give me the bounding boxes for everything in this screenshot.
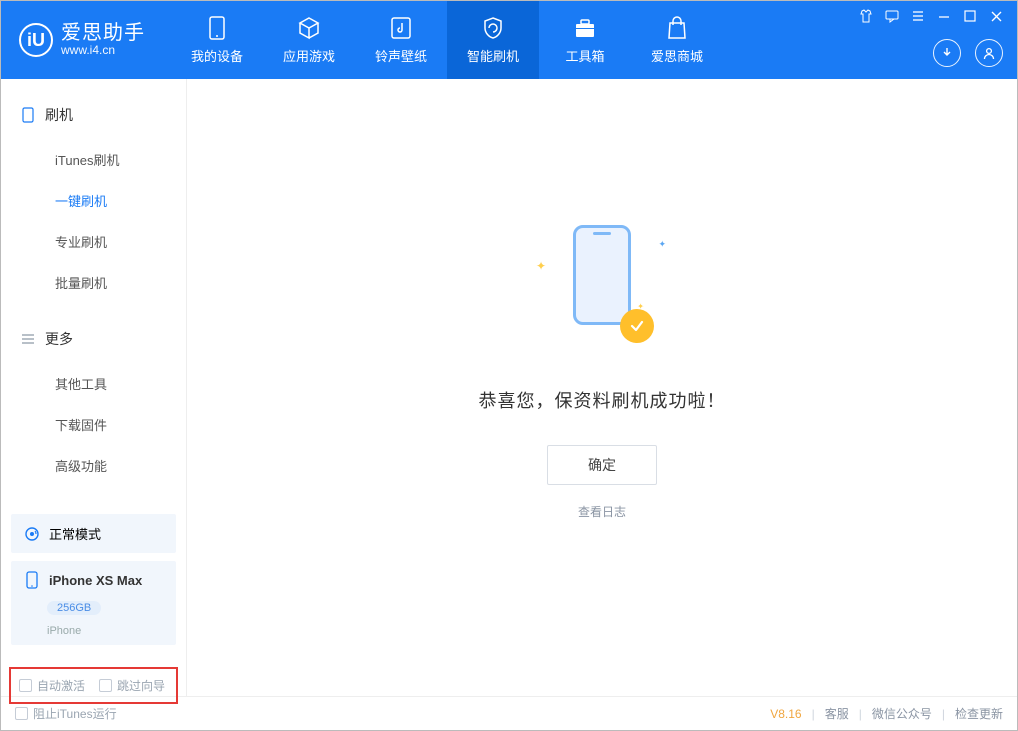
main-nav: 我的设备 应用游戏 铃声壁纸 智能刷机 工具箱 爱思商城 (171, 1, 723, 79)
refresh-shield-icon (480, 15, 506, 41)
version-label: V8.16 (770, 707, 801, 721)
success-message: 恭喜您，保资料刷机成功啦！ (479, 387, 726, 413)
support-link[interactable]: 客服 (825, 705, 849, 722)
device-storage-badge: 256GB (47, 601, 101, 615)
menu-icon[interactable] (911, 9, 925, 23)
wechat-link[interactable]: 微信公众号 (872, 705, 932, 722)
nav-my-device[interactable]: 我的设备 (171, 1, 263, 79)
sidebar-section-more: 更多 (1, 321, 186, 357)
main-content: ✦ ✦ ✦ 恭喜您，保资料刷机成功啦！ 确定 查看日志 (187, 79, 1017, 696)
sidebar: 刷机 iTunes刷机 一键刷机 专业刷机 批量刷机 更多 其他工具 下载固件 … (1, 79, 187, 696)
sidebar-section-flash: 刷机 (1, 97, 186, 133)
phone-graphic-icon (573, 225, 631, 325)
check-badge-icon (620, 309, 654, 343)
options-row: 自动激活 跳过向导 (9, 667, 178, 704)
device-icon (21, 108, 35, 122)
sidebar-item-oneclick-flash[interactable]: 一键刷机 (1, 180, 186, 221)
sparkle-icon: ✦ (658, 239, 666, 250)
logo-icon: iU (19, 23, 53, 57)
nav-store[interactable]: 爱思商城 (631, 1, 723, 79)
minimize-icon[interactable] (937, 9, 951, 23)
check-update-link[interactable]: 检查更新 (955, 705, 1003, 722)
app-url: www.i4.cn (61, 44, 145, 57)
sidebar-item-advanced[interactable]: 高级功能 (1, 445, 186, 486)
window-controls (859, 1, 1003, 23)
app-logo: iU 爱思助手 www.i4.cn (1, 22, 163, 57)
feedback-icon[interactable] (885, 9, 899, 23)
sidebar-item-pro-flash[interactable]: 专业刷机 (1, 221, 186, 262)
checkbox-block-itunes[interactable]: 阻止iTunes运行 (15, 705, 117, 722)
music-file-icon (388, 15, 414, 41)
app-header: iU 爱思助手 www.i4.cn 我的设备 应用游戏 铃声壁纸 智能刷机 工具… (1, 1, 1017, 79)
device-mode-card[interactable]: 正常模式 (11, 514, 176, 553)
device-card[interactable]: iPhone XS Max 256GB iPhone (11, 561, 176, 645)
checkbox-box-icon (15, 707, 28, 720)
mode-icon (23, 525, 41, 543)
phone-icon (204, 15, 230, 41)
maximize-icon[interactable] (963, 9, 977, 23)
bag-icon (664, 15, 690, 41)
user-button[interactable] (975, 39, 1003, 67)
nav-smart-flash[interactable]: 智能刷机 (447, 1, 539, 79)
nav-apps-games[interactable]: 应用游戏 (263, 1, 355, 79)
sidebar-item-other-tools[interactable]: 其他工具 (1, 363, 186, 404)
cube-icon (296, 15, 322, 41)
nav-ringtones[interactable]: 铃声壁纸 (355, 1, 447, 79)
download-button[interactable] (933, 39, 961, 67)
device-type: iPhone (47, 625, 81, 637)
toolbox-icon (572, 15, 598, 41)
checkbox-box-icon (99, 679, 112, 692)
ok-button[interactable]: 确定 (547, 445, 657, 485)
checkbox-skip-guide[interactable]: 跳过向导 (99, 677, 165, 694)
sidebar-item-itunes-flash[interactable]: iTunes刷机 (1, 139, 186, 180)
sidebar-item-batch-flash[interactable]: 批量刷机 (1, 262, 186, 303)
list-icon (21, 332, 35, 346)
shirt-icon[interactable] (859, 9, 873, 23)
checkbox-auto-activate[interactable]: 自动激活 (19, 677, 85, 694)
close-icon[interactable] (989, 9, 1003, 23)
sparkle-icon: ✦ (637, 302, 644, 311)
checkbox-box-icon (19, 679, 32, 692)
device-name: iPhone XS Max (49, 573, 142, 588)
app-name: 爱思助手 (61, 22, 145, 44)
view-log-link[interactable]: 查看日志 (578, 503, 626, 520)
sidebar-item-download-firmware[interactable]: 下载固件 (1, 404, 186, 445)
device-mode-label: 正常模式 (49, 524, 101, 543)
nav-toolbox[interactable]: 工具箱 (539, 1, 631, 79)
sparkle-icon: ✦ (536, 259, 546, 273)
success-illustration: ✦ ✦ ✦ (532, 225, 672, 345)
device-phone-icon (23, 571, 41, 589)
